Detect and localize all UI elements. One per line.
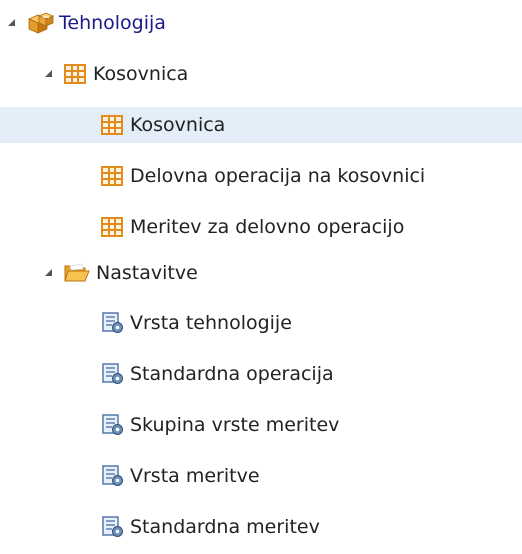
tree-item-label: Skupina vrste meritev — [130, 414, 340, 436]
tree-item-label: Standardna operacija — [130, 363, 334, 385]
tree-node-label: Nastavitve — [96, 262, 198, 284]
tree-item-meritev-za-delovno-operacijo[interactable]: Meritev za delovno operacijo — [0, 209, 522, 245]
settings-list-icon — [101, 363, 125, 385]
tree-item-label: Kosovnica — [130, 114, 226, 136]
tree-item-label: Vrsta meritve — [130, 465, 260, 487]
expand-arrow-icon[interactable] — [8, 19, 15, 26]
folder-open-icon — [64, 262, 90, 284]
settings-list-icon — [101, 312, 125, 334]
expand-arrow-icon[interactable] — [45, 70, 52, 77]
tree-item-label: Meritev za delovno operacijo — [130, 216, 405, 238]
settings-list-icon — [101, 465, 125, 487]
tree-item-skupina-vrste-meritev[interactable]: Skupina vrste meritev — [0, 407, 522, 443]
table-grid-icon — [101, 217, 123, 237]
tree-item-label: Delovna operacija na kosovnici — [130, 165, 426, 187]
tree-node-label: Tehnologija — [59, 12, 166, 34]
table-grid-icon — [101, 115, 123, 135]
tree-item-kosovnica[interactable]: Kosovnica — [0, 107, 522, 143]
tree-node-tehnologija[interactable]: Tehnologija — [0, 5, 522, 41]
tree-item-standardna-meritev[interactable]: Standardna meritev — [0, 509, 522, 545]
table-grid-icon — [64, 64, 86, 84]
tree-node-nastavitve-group[interactable]: Nastavitve — [0, 255, 522, 291]
settings-list-icon — [101, 414, 125, 436]
tree-item-label: Vrsta tehnologije — [130, 312, 292, 334]
tree-item-label: Standardna meritev — [130, 516, 320, 538]
expand-arrow-icon[interactable] — [45, 269, 52, 276]
boxes-icon — [26, 10, 54, 36]
tree-node-label: Kosovnica — [93, 63, 189, 85]
tree-node-kosovnica-group[interactable]: Kosovnica — [0, 56, 522, 92]
table-grid-icon — [101, 166, 123, 186]
tree-item-vrsta-tehnologije[interactable]: Vrsta tehnologije — [0, 305, 522, 341]
tree-item-delovna-operacija[interactable]: Delovna operacija na kosovnici — [0, 158, 522, 194]
tree-item-standardna-operacija[interactable]: Standardna operacija — [0, 356, 522, 392]
settings-list-icon — [101, 516, 125, 538]
tree-item-vrsta-meritve[interactable]: Vrsta meritve — [0, 458, 522, 494]
